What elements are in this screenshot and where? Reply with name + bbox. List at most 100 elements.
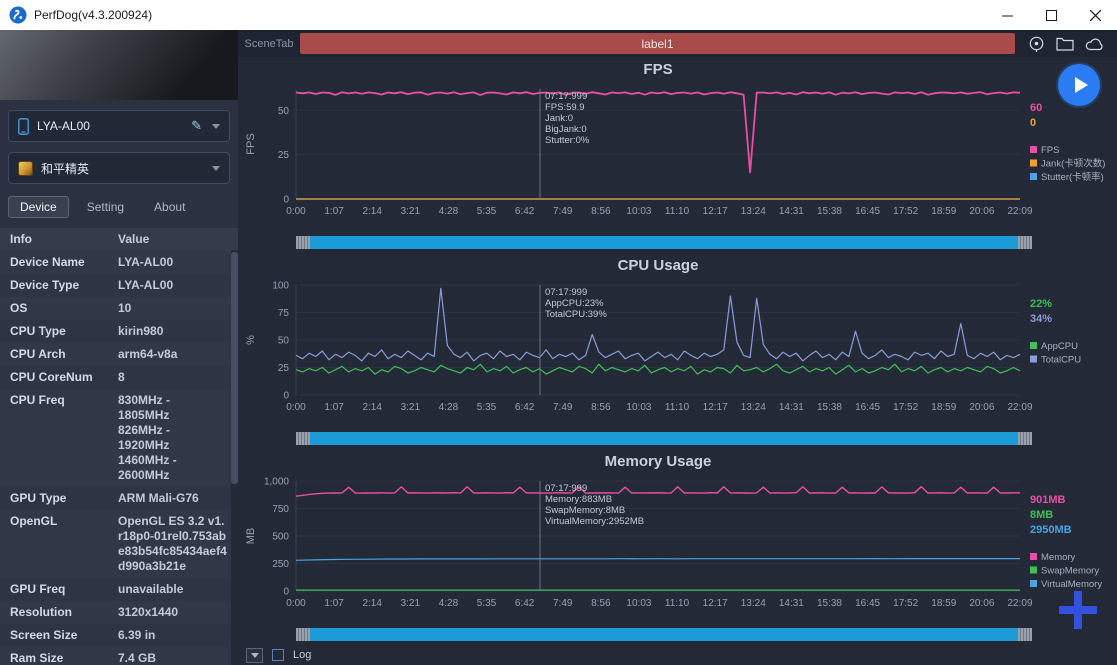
svg-text:4:28: 4:28 bbox=[439, 598, 459, 609]
svg-text:11:10: 11:10 bbox=[665, 206, 690, 217]
add-chart-button[interactable] bbox=[1059, 591, 1097, 629]
tab-about[interactable]: About bbox=[142, 196, 197, 218]
table-row: OpenGLOpenGL ES 3.2 v1.r18p0-01rel0.753a… bbox=[0, 510, 238, 578]
scrollbar-right-handle[interactable] bbox=[1018, 432, 1032, 445]
svg-text:10:03: 10:03 bbox=[626, 598, 651, 609]
minimize-button[interactable] bbox=[985, 0, 1029, 30]
svg-text:250: 250 bbox=[272, 559, 289, 570]
window-title: PerfDog(v4.3.200924) bbox=[34, 8, 152, 22]
sidebar: LYA-AL00 ✎ 和平精英 Device Setting About Inf… bbox=[0, 30, 238, 665]
svg-text:07:17:999: 07:17:999 bbox=[545, 483, 587, 494]
svg-text:2:14: 2:14 bbox=[362, 598, 382, 609]
info-value: LYA-AL00 bbox=[112, 274, 238, 297]
svg-text:14:31: 14:31 bbox=[779, 402, 804, 413]
svg-text:Memory: Memory bbox=[1041, 552, 1076, 563]
svg-text:13:24: 13:24 bbox=[741, 206, 766, 217]
svg-text:1,000: 1,000 bbox=[264, 477, 289, 488]
svg-text:13:24: 13:24 bbox=[741, 402, 766, 413]
fps-chart-title: FPS bbox=[296, 57, 1020, 83]
fps-chart[interactable]: 02550FPS0:001:072:143:214:285:356:427:49… bbox=[238, 83, 1117, 233]
plus-icon bbox=[1059, 591, 1097, 629]
expand-log-button[interactable] bbox=[246, 648, 263, 663]
device-select[interactable]: LYA-AL00 ✎ bbox=[8, 110, 230, 142]
device-info-table: Info Value Device NameLYA-AL00Device Typ… bbox=[0, 228, 238, 665]
svg-text:4:28: 4:28 bbox=[439, 402, 459, 413]
svg-text:TotalCPU:39%: TotalCPU:39% bbox=[545, 309, 607, 320]
svg-text:6:42: 6:42 bbox=[515, 402, 535, 413]
fps-chart-block: FPS 02550FPS0:001:072:143:214:285:356:42… bbox=[238, 57, 1117, 253]
svg-text:20:06: 20:06 bbox=[969, 206, 994, 217]
app-select-value: 和平精英 bbox=[41, 160, 89, 177]
scrollbar-left-handle[interactable] bbox=[296, 236, 310, 249]
table-row: Device TypeLYA-AL00 bbox=[0, 274, 238, 297]
info-value: 10 bbox=[112, 297, 238, 320]
main-panel: SceneTab label1 FPS bbox=[238, 30, 1117, 665]
scrollbar-thumb[interactable] bbox=[310, 628, 1018, 641]
cloud-icon[interactable] bbox=[1085, 37, 1104, 51]
info-value: 8 bbox=[112, 366, 238, 389]
edit-pen-icon[interactable]: ✎ bbox=[191, 118, 202, 134]
svg-text:BigJank:0: BigJank:0 bbox=[545, 124, 587, 135]
scene-tab-label[interactable]: SceneTab bbox=[238, 38, 300, 50]
memory-chart-block: Memory Usage 02505007501,000MB0:001:072:… bbox=[238, 449, 1117, 645]
info-value: unavailable bbox=[112, 578, 238, 601]
memory-chart[interactable]: 02505007501,000MB0:001:072:143:214:285:3… bbox=[238, 475, 1117, 625]
maximize-button[interactable] bbox=[1029, 0, 1073, 30]
svg-text:20:06: 20:06 bbox=[969, 598, 994, 609]
play-icon bbox=[1075, 77, 1088, 93]
memory-chart-scrollbar[interactable] bbox=[296, 628, 1032, 641]
chevron-down-icon bbox=[212, 124, 220, 129]
scene-label-bar[interactable]: label1 bbox=[300, 33, 1015, 54]
info-label: GPU Freq bbox=[0, 578, 112, 601]
scrollbar-right-handle[interactable] bbox=[1018, 628, 1032, 641]
svg-text:8:56: 8:56 bbox=[591, 598, 611, 609]
svg-text:3:21: 3:21 bbox=[401, 402, 421, 413]
svg-text:AppCPU:23%: AppCPU:23% bbox=[545, 298, 604, 309]
cpu-chart[interactable]: 0255075100%0:001:072:143:214:285:356:427… bbox=[238, 279, 1117, 429]
app-select[interactable]: 和平精英 bbox=[8, 152, 230, 184]
game-app-icon bbox=[18, 161, 33, 176]
svg-text:22%: 22% bbox=[1030, 298, 1052, 310]
sidebar-scrollbar-thumb[interactable] bbox=[231, 252, 238, 484]
svg-text:2950MB: 2950MB bbox=[1030, 524, 1072, 536]
info-label: Resolution bbox=[0, 601, 112, 624]
fps-chart-scrollbar[interactable] bbox=[296, 236, 1032, 249]
info-header-label: Info bbox=[0, 228, 112, 251]
maximize-icon bbox=[1046, 10, 1057, 21]
location-icon[interactable] bbox=[1028, 35, 1045, 52]
info-label: CPU Type bbox=[0, 320, 112, 343]
svg-text:SwapMemory:8MB: SwapMemory:8MB bbox=[545, 505, 625, 516]
table-row: CPU Archarm64-v8a bbox=[0, 343, 238, 366]
svg-text:6:42: 6:42 bbox=[515, 598, 535, 609]
info-label: Device Name bbox=[0, 251, 112, 274]
folder-icon[interactable] bbox=[1056, 36, 1074, 51]
svg-text:18:59: 18:59 bbox=[931, 402, 956, 413]
svg-text:7:49: 7:49 bbox=[553, 402, 573, 413]
svg-text:AppCPU: AppCPU bbox=[1041, 341, 1078, 352]
sidebar-scrollbar[interactable] bbox=[231, 250, 238, 665]
scrollbar-left-handle[interactable] bbox=[296, 432, 310, 445]
table-row: GPU Frequnavailable bbox=[0, 578, 238, 601]
svg-text:%: % bbox=[245, 335, 257, 345]
scrollbar-thumb[interactable] bbox=[310, 432, 1018, 445]
svg-text:6:42: 6:42 bbox=[515, 206, 535, 217]
svg-text:Memory:883MB: Memory:883MB bbox=[545, 494, 612, 505]
scrollbar-right-handle[interactable] bbox=[1018, 236, 1032, 249]
cpu-chart-scrollbar[interactable] bbox=[296, 432, 1032, 445]
sidebar-tabs: Device Setting About bbox=[8, 196, 230, 218]
svg-text:17:52: 17:52 bbox=[893, 402, 918, 413]
svg-text:11:10: 11:10 bbox=[665, 598, 690, 609]
tab-setting[interactable]: Setting bbox=[75, 196, 136, 218]
svg-text:17:52: 17:52 bbox=[893, 206, 918, 217]
close-button[interactable] bbox=[1073, 0, 1117, 30]
tab-device[interactable]: Device bbox=[8, 196, 69, 218]
info-label: Ram Size bbox=[0, 647, 112, 665]
info-value: ARM Mali-G76 bbox=[112, 487, 238, 510]
start-test-button[interactable] bbox=[1058, 64, 1100, 106]
svg-text:13:24: 13:24 bbox=[741, 598, 766, 609]
info-header-value: Value bbox=[112, 228, 238, 251]
scrollbar-thumb[interactable] bbox=[310, 236, 1018, 249]
scrollbar-left-handle[interactable] bbox=[296, 628, 310, 641]
svg-text:22:09: 22:09 bbox=[1007, 206, 1032, 217]
log-checkbox[interactable] bbox=[272, 649, 284, 661]
